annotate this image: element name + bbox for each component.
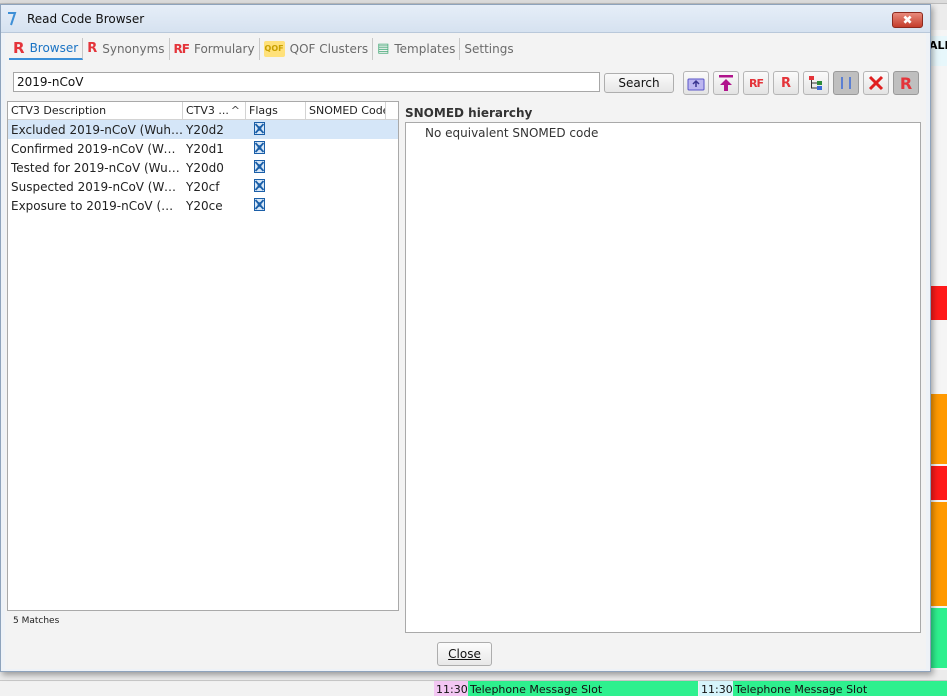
tab-synonyms[interactable]: R Synonyms (83, 38, 170, 60)
hierarchy-panel[interactable]: No equivalent SNOMED code (405, 122, 921, 633)
column-header-snomed[interactable]: SNOMED Code (306, 102, 386, 119)
row-flags (246, 197, 306, 214)
table-row[interactable]: Confirmed 2019-nCoV (Wuhan...Y20d1 (8, 139, 398, 158)
tab-formulary[interactable]: RF Formulary (170, 38, 260, 60)
synonyms-icon: R (87, 41, 98, 56)
flag-icon (254, 140, 265, 154)
background-all-label: ALL (929, 36, 947, 66)
up-level-button[interactable] (683, 71, 709, 95)
background-slot-orange (931, 502, 947, 606)
list-header: CTV3 Description CTV3 ... ^ Flags SNOMED… (8, 102, 398, 120)
list-body: Excluded 2019-nCoV (Wuhan)... Y20d2 Confir… (8, 120, 398, 215)
tab-label: Settings (464, 42, 514, 56)
background-slot-orange (931, 394, 947, 464)
tab-bar: R Browser R Synonyms RF Formulary QOF QO… (9, 37, 518, 61)
sort-ascending-icon: ^ (230, 104, 240, 117)
tab-label: Formulary (193, 42, 255, 56)
row-description: Excluded 2019-nCoV (Wuhan)... (11, 122, 183, 137)
results-list[interactable]: CTV3 Description CTV3 ... ^ Flags SNOMED… (7, 101, 399, 611)
tab-label: Templates (394, 42, 456, 56)
hierarchy-title: SNOMED hierarchy (405, 106, 533, 120)
templates-icon: ▤ (377, 41, 390, 56)
tab-browser[interactable]: R Browser (9, 38, 84, 60)
background-slot-label[interactable]: Telephone Message Slot (733, 681, 947, 696)
app-icon (8, 12, 17, 26)
dialog-content: R Browser R Synonyms RF Formulary QOF QO… (5, 33, 926, 669)
tab-settings[interactable]: Settings (460, 38, 517, 60)
qof-icon: QOF (263, 41, 285, 57)
formulary-icon: RF (173, 42, 190, 56)
tree-view-icon (809, 76, 822, 90)
window-title: Read Code Browser (27, 12, 145, 26)
clear-icon (868, 75, 884, 91)
column-header-code[interactable]: CTV3 ... ^ (183, 102, 246, 119)
search-input[interactable] (13, 72, 600, 92)
close-button-label: Close (448, 647, 481, 661)
table-row[interactable]: Excluded 2019-nCoV (Wuhan)... Y20d2 (8, 120, 398, 139)
background-slot-time: 11:30 (434, 681, 468, 696)
move-to-top-icon (719, 75, 733, 91)
row-code: Y20d1 (186, 141, 224, 156)
row-description: Tested for 2019-nCoV (Wuhan... (11, 160, 183, 175)
flag-icon (254, 178, 265, 192)
table-row[interactable]: Exposure to 2019-nCoV (Wuh... Y20ce (8, 196, 398, 215)
read-code-button[interactable]: R (893, 71, 919, 95)
row-flags (246, 178, 306, 195)
tab-label: QOF Clusters (289, 42, 369, 56)
clear-button[interactable] (863, 71, 889, 95)
row-description: Exposure to 2019-nCoV (Wuh... (11, 198, 183, 213)
close-button[interactable]: Close (437, 642, 492, 666)
row-code: Y20ce (186, 198, 223, 213)
columns-view-button[interactable] (833, 71, 859, 95)
synonyms-toggle-icon: R (780, 75, 791, 91)
background-slot-red (931, 466, 947, 500)
table-row[interactable]: Tested for 2019-nCoV (Wuhan... Y20d0 (8, 158, 398, 177)
window-close-button[interactable]: ✖ (892, 12, 923, 28)
background-slot-green (931, 608, 947, 668)
flag-icon (254, 159, 265, 173)
read-code-icon: R (899, 73, 913, 93)
tree-view-button[interactable] (803, 71, 829, 95)
row-flags (246, 140, 306, 157)
column-header-description[interactable]: CTV3 Description (8, 102, 183, 119)
row-flags (246, 121, 306, 138)
row-flags (246, 159, 306, 176)
background-slot-red (931, 286, 947, 320)
synonyms-toggle-button[interactable]: R (773, 71, 799, 95)
column-header-code-label: CTV3 ... (186, 104, 229, 117)
row-description: Confirmed 2019-nCoV (Wuhan... (11, 141, 183, 156)
formulary-toggle-button[interactable]: RF (743, 71, 769, 95)
table-row[interactable]: Suspected 2019-nCoV (Wuhan...Y20cf (8, 177, 398, 196)
search-button[interactable]: Search (604, 73, 674, 93)
move-to-top-button[interactable] (713, 71, 739, 95)
row-code: Y20d0 (186, 160, 224, 175)
read-code-browser-dialog: Read Code Browser ✖ R Browser R Synonyms… (0, 4, 931, 672)
match-count: 5 Matches (13, 616, 60, 626)
tab-label: Browser (29, 41, 79, 55)
hierarchy-message: No equivalent SNOMED code (425, 126, 599, 140)
flag-icon (254, 121, 265, 135)
flag-icon (254, 197, 265, 211)
background-slot-time: 11:30 (699, 681, 733, 696)
column-header-flags[interactable]: Flags (246, 102, 306, 119)
tab-templates[interactable]: ▤ Templates (373, 38, 461, 60)
row-description: Suspected 2019-nCoV (Wuhan... (11, 179, 183, 194)
row-code: Y20d2 (186, 122, 224, 137)
tab-qof-clusters[interactable]: QOF QOF Clusters (260, 38, 374, 60)
columns-view-icon (841, 77, 851, 89)
row-code: Y20cf (186, 179, 220, 194)
up-level-icon (687, 78, 705, 91)
formulary-toggle-icon: RF (749, 76, 764, 90)
tab-label: Synonyms (102, 42, 165, 56)
r-logo-icon: R (13, 39, 25, 57)
title-bar[interactable]: Read Code Browser ✖ (1, 5, 930, 33)
background-slot-label[interactable]: Telephone Message Slot (468, 681, 698, 696)
